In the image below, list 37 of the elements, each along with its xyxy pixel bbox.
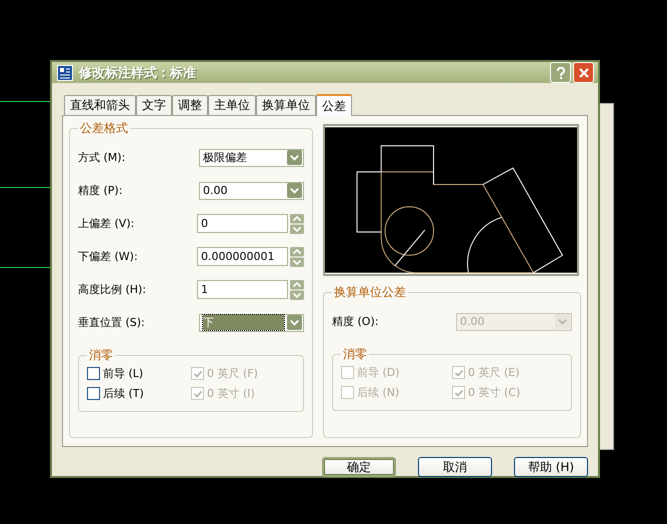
group-title: 公差格式	[79, 120, 129, 137]
spinner-arrows-icon[interactable]	[290, 280, 304, 300]
field-label: 垂直位置 (S):	[78, 315, 145, 330]
group-title: 换算单位公差	[333, 284, 407, 301]
field-label: 精度 (O):	[332, 314, 378, 329]
question-icon	[554, 66, 566, 78]
group-title: 消零	[342, 346, 368, 363]
dropdown[interactable]: 0.00	[199, 182, 304, 200]
close-button[interactable]	[573, 62, 594, 83]
dropdown[interactable]: 极限偏差	[199, 148, 304, 166]
dropdown[interactable]: 下	[199, 314, 304, 332]
tab[interactable]: 直线和箭头	[64, 95, 136, 115]
spinner-arrows-icon[interactable]	[290, 246, 304, 266]
tab[interactable]: 换算单位	[256, 95, 316, 115]
field-label: 上偏差 (V):	[78, 216, 134, 231]
field-label: 高度比例 (H):	[78, 282, 146, 297]
help-button[interactable]	[550, 62, 571, 83]
tab[interactable]: 公差	[316, 94, 352, 116]
dialog-button[interactable]: 确定	[322, 457, 396, 477]
field-label: 下偏差 (W):	[78, 249, 138, 264]
dialog-button[interactable]: 取消	[418, 457, 492, 477]
field-label: 精度 (P):	[78, 183, 122, 198]
spinner-arrows-icon[interactable]	[290, 214, 304, 234]
tab[interactable]: 文字	[136, 95, 172, 115]
app-icon	[57, 64, 73, 80]
dialog-button[interactable]: 帮助 (H)	[514, 457, 588, 477]
window-title: 修改标注样式：标准	[79, 64, 197, 82]
number-input[interactable]: 0	[197, 214, 288, 233]
number-input[interactable]: 1	[197, 280, 288, 299]
close-icon	[578, 66, 590, 78]
number-input[interactable]: 0.000000001	[197, 247, 288, 266]
field-label: 方式 (M):	[78, 150, 126, 165]
checkbox[interactable]: 前导 (L)	[87, 366, 191, 381]
checkbox[interactable]: 后续 (T)	[87, 386, 191, 401]
group-title: 消零	[88, 347, 114, 364]
tab[interactable]: 调整	[172, 95, 208, 115]
tab[interactable]: 主单位	[208, 95, 256, 115]
